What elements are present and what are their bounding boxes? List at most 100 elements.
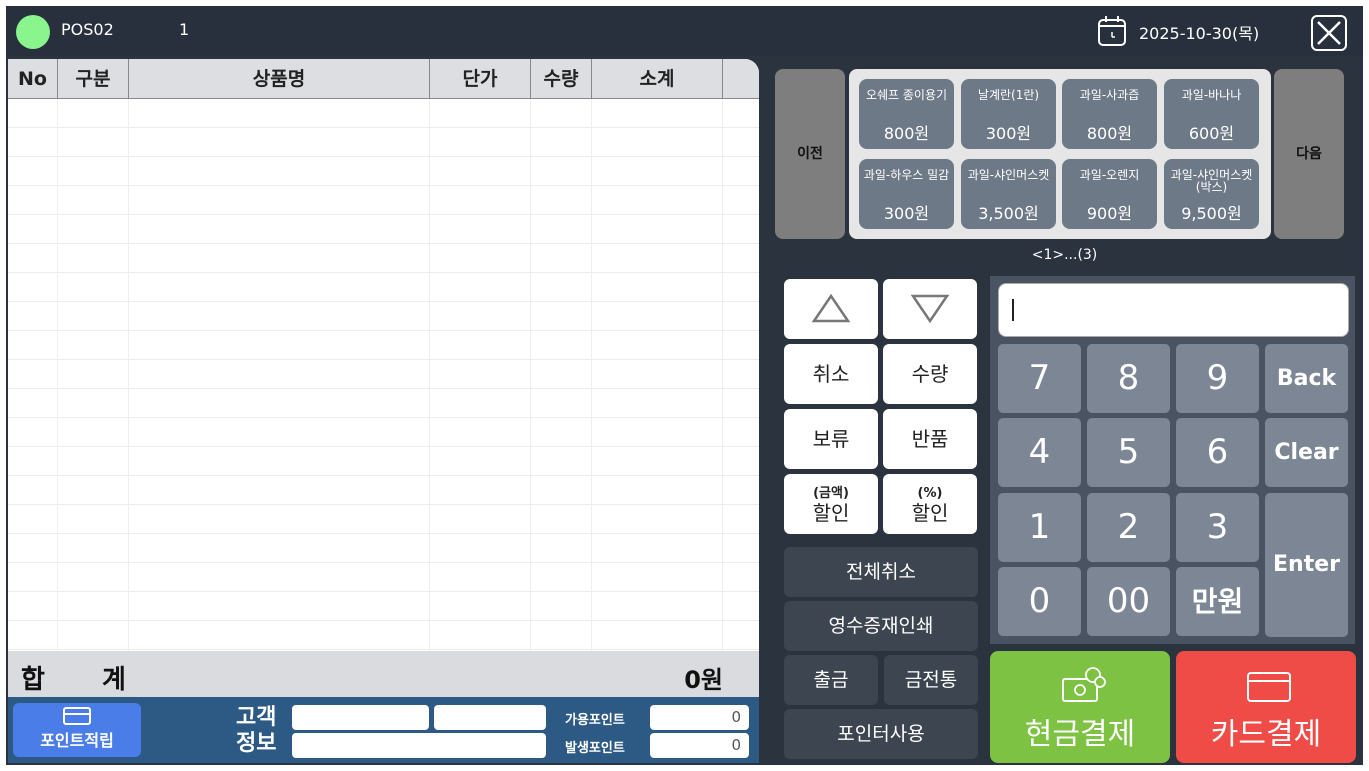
date-display: 2025-10-30(목): [1139, 24, 1260, 43]
table-row[interactable]: [8, 534, 759, 563]
key-6[interactable]: 6: [1176, 418, 1259, 487]
triangle-down-icon: [910, 294, 950, 324]
point-accumulate-label: 포인트적립: [40, 731, 114, 750]
key-7[interactable]: 7: [998, 344, 1081, 413]
column-header-no: No: [8, 59, 58, 99]
product-button[interactable]: 날계란(1란) 300원: [961, 79, 1056, 149]
scroll-up-button[interactable]: [784, 279, 878, 339]
amount-input[interactable]: [998, 283, 1349, 337]
scroll-down-button[interactable]: [883, 279, 977, 339]
table-row[interactable]: [8, 157, 759, 186]
key-00[interactable]: 00: [1087, 567, 1170, 636]
column-header-product: 상품명: [129, 59, 430, 99]
table-row[interactable]: [8, 418, 759, 447]
point-accumulate-button[interactable]: 포인트적립: [13, 703, 141, 757]
key-back[interactable]: Back: [1265, 344, 1348, 413]
hold-button[interactable]: 보류: [784, 409, 878, 469]
product-pager: <1>...(3): [1031, 247, 1098, 263]
product-button[interactable]: 과일-바나나 600원: [1164, 79, 1259, 149]
reprint-receipt-button[interactable]: 영수증재인쇄: [784, 601, 978, 651]
customer-name-input[interactable]: [292, 705, 429, 730]
card-payment-button[interactable]: 카드결제: [1176, 651, 1356, 763]
product-button[interactable]: 오쉐프 종이용기 800원: [859, 79, 954, 149]
cancel-item-button[interactable]: 취소: [784, 344, 878, 404]
customer-phone-input[interactable]: [434, 705, 546, 730]
table-row[interactable]: [8, 128, 759, 157]
pos-number: 1: [179, 20, 190, 39]
amount-discount-button[interactable]: (금액) 할인: [784, 474, 878, 534]
key-10000-won[interactable]: 만원: [1176, 567, 1259, 636]
use-points-button[interactable]: 포인터사용: [784, 709, 978, 759]
calendar-icon: [1098, 16, 1126, 46]
earned-points-value: 0: [650, 733, 749, 758]
available-points-value: 0: [650, 705, 749, 730]
table-row[interactable]: [8, 360, 759, 389]
column-header-subtotal: 소계: [592, 59, 723, 99]
cash-drawer-button[interactable]: 금전통: [884, 655, 978, 705]
column-header-price: 단가: [430, 59, 531, 99]
table-body[interactable]: [8, 99, 759, 651]
table-header: No 구분 상품명 단가 수량 소계: [8, 59, 759, 99]
key-0[interactable]: 0: [998, 567, 1081, 636]
products-prev-button[interactable]: 이전: [775, 69, 845, 239]
product-button[interactable]: 과일-샤인머스켓(박스) 9,500원: [1164, 159, 1259, 229]
key-8[interactable]: 8: [1087, 344, 1170, 413]
table-row[interactable]: [8, 331, 759, 360]
close-button[interactable]: [1311, 15, 1347, 51]
table-row[interactable]: [8, 273, 759, 302]
return-button[interactable]: 반품: [883, 409, 977, 469]
triangle-up-icon: [811, 293, 851, 323]
total-value: 0원: [684, 666, 723, 694]
cash-payment-button[interactable]: 현금결제: [990, 651, 1170, 763]
product-button[interactable]: 과일-사과즙 800원: [1062, 79, 1157, 149]
key-2[interactable]: 2: [1087, 493, 1170, 562]
table-row[interactable]: [8, 244, 759, 273]
close-icon: [1317, 21, 1341, 45]
table-row[interactable]: [8, 476, 759, 505]
key-9[interactable]: 9: [1176, 344, 1259, 413]
key-1[interactable]: 1: [998, 493, 1081, 562]
cancel-all-button[interactable]: 전체취소: [784, 547, 978, 597]
product-button[interactable]: 과일-하우스 밀감 300원: [859, 159, 954, 229]
available-points-label: 가용포인트: [565, 713, 625, 728]
customer-info-label: 고객 정보: [236, 705, 277, 756]
column-header-quantity: 수량: [531, 59, 592, 99]
key-clear[interactable]: Clear: [1265, 418, 1348, 487]
order-table: No 구분 상품명 단가 수량 소계: [8, 59, 759, 651]
card-icon: [63, 707, 91, 725]
product-grid: 오쉐프 종이용기 800원 날계란(1란) 300원 과일-사과즙 800원 과…: [849, 69, 1271, 239]
key-5[interactable]: 5: [1087, 418, 1170, 487]
product-button[interactable]: 과일-오렌지 900원: [1062, 159, 1157, 229]
table-row[interactable]: [8, 99, 759, 128]
column-header-category: 구분: [58, 59, 129, 99]
total-label: 합 계: [21, 665, 150, 695]
table-row[interactable]: [8, 302, 759, 331]
product-button[interactable]: 과일-샤인머스켓 3,500원: [961, 159, 1056, 229]
table-row[interactable]: [8, 447, 759, 476]
top-bar: POS02 1 2025-10-30(목): [6, 6, 1363, 56]
products-next-button[interactable]: 다음: [1274, 69, 1344, 239]
customer-bar: 포인트적립 고객 정보 가용포인트 0 발생포인트 0: [8, 697, 759, 763]
quantity-button[interactable]: 수량: [883, 344, 977, 404]
key-3[interactable]: 3: [1176, 493, 1259, 562]
table-row[interactable]: [8, 389, 759, 418]
table-row[interactable]: [8, 621, 759, 650]
percent-discount-button[interactable]: (%) 할인: [883, 474, 977, 534]
table-row[interactable]: [8, 505, 759, 534]
text-caret: [1012, 299, 1014, 321]
pos-name: POS02: [61, 20, 114, 39]
withdraw-button[interactable]: 출금: [784, 655, 878, 705]
cash-payment-label: 현금결제: [1024, 717, 1136, 752]
cash-icon: [1062, 667, 1106, 702]
numeric-keypad: 7 8 9 Back 4 5 6 Clear 1 2 3 Enter 0 00 …: [990, 276, 1355, 644]
control-panel: 이전 오쉐프 종이용기 800원 날계란(1란) 300원 과일-사과즙 800…: [766, 60, 1363, 765]
table-row[interactable]: [8, 186, 759, 215]
key-enter[interactable]: Enter: [1265, 493, 1348, 637]
status-indicator: [16, 15, 50, 49]
table-row[interactable]: [8, 215, 759, 244]
customer-address-input[interactable]: [292, 733, 546, 758]
key-4[interactable]: 4: [998, 418, 1081, 487]
table-row[interactable]: [8, 563, 759, 592]
table-row[interactable]: [8, 592, 759, 621]
credit-card-icon: [1247, 672, 1291, 702]
